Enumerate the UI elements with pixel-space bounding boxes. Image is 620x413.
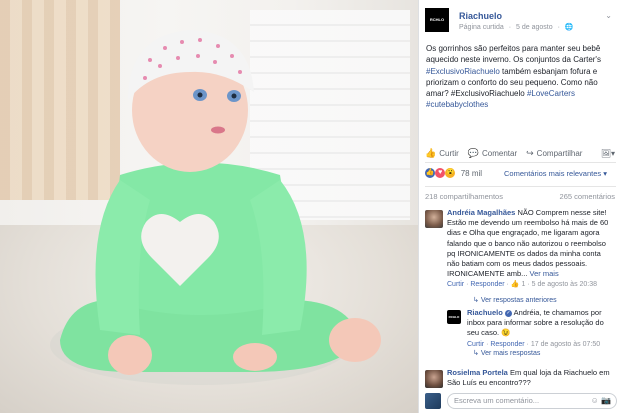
verified-badge-icon: ✓ — [504, 309, 512, 317]
like-reaction-icon: 👍 — [425, 168, 435, 178]
divider — [425, 162, 616, 163]
commenter-avatar[interactable] — [425, 210, 443, 228]
divider — [425, 186, 616, 187]
comment-input[interactable]: Escreva um comentário... ☺ 📷 — [447, 393, 617, 409]
post-sidebar: RCHLO Riachuelo Página curtida · 5 de ag… — [418, 0, 620, 413]
reply-author-name[interactable]: Riachuelo — [467, 308, 503, 317]
post-meta: Página curtida · 5 de agosto · 🌐 — [459, 23, 577, 31]
hashtag-link[interactable]: #ExclusivoRiachuelo — [426, 67, 500, 76]
chevron-down-icon[interactable]: ⌄ — [605, 11, 612, 20]
hashtag-link[interactable]: #cutebabyclothes — [426, 100, 488, 109]
post-text: Os gorrinhos são perfeitos para manter s… — [426, 43, 614, 111]
meta-separator: · — [508, 24, 512, 31]
page-reply-avatar[interactable]: RCHLO — [447, 310, 461, 324]
share-label: Compartilhar — [536, 148, 583, 158]
post-date-link[interactable]: 5 de agosto — [516, 24, 553, 31]
engagement-counts: 218 compartilhamentos 265 comentários — [425, 192, 615, 201]
page-avatar[interactable]: RCHLO — [425, 8, 449, 32]
commenter-name[interactable]: Andréia Magalhães — [447, 208, 515, 217]
view-previous-replies-link[interactable]: ↳ Ver respostas anteriores — [473, 296, 557, 306]
current-user-avatar[interactable] — [425, 393, 441, 409]
comment-composer: Escreva um comentário... ☺ 📷 — [425, 392, 617, 410]
post-header: RCHLO Riachuelo Página curtida · 5 de ag… — [425, 8, 616, 34]
post-text-body: Os gorrinhos são perfeitos para manter s… — [426, 44, 601, 65]
comment-label: Comentar — [482, 148, 518, 158]
love-reaction-icon: ♥ — [435, 168, 446, 178]
thumbs-up-icon: 👍 — [425, 147, 437, 158]
commenter-name[interactable]: Rosielma Portela — [447, 368, 508, 377]
view-more-replies-link[interactable]: ↳ Ver mais respostas — [473, 349, 540, 359]
chevron-down-icon: ▾ — [610, 148, 615, 158]
baby-illustration — [50, 30, 381, 385]
comment-sort-dropdown[interactable]: Comentários mais relevantes ▾ — [504, 169, 607, 178]
comment-button[interactable]: 💬 Comentar — [468, 148, 517, 159]
page-name-link[interactable]: Riachuelo — [459, 11, 502, 21]
shares-count-link[interactable]: 218 compartilhamentos — [425, 192, 503, 201]
reply-reply-link[interactable]: Responder — [490, 341, 524, 348]
share-button[interactable]: ↪ Compartilhar — [526, 148, 582, 159]
comment-reply-link[interactable]: Responder — [470, 281, 504, 288]
post-photo[interactable] — [0, 0, 418, 413]
comment-body: Rosielma Portela Em qual loja da Riachue… — [447, 368, 615, 388]
comment-like-count[interactable]: 👍 1 — [511, 281, 526, 288]
share-icon: ↪ — [526, 147, 534, 158]
like-button[interactable]: 👍 Curtir — [425, 148, 459, 159]
comment-date[interactable]: 5 de agosto às 20:38 — [532, 281, 597, 288]
comment-input-placeholder: Escreva um comentário... — [454, 396, 540, 405]
reactions-row[interactable]: 👍 ♥ 😮 78 mil Comentários mais relevantes… — [425, 168, 615, 182]
reply-body: Riachuelo ✓ Andréia, te chamamos por inb… — [467, 308, 615, 350]
commenter-avatar[interactable] — [425, 370, 443, 388]
reply-like-link[interactable]: Curtir — [467, 341, 484, 348]
comment-body: Andréia Magalhães NÃO Comprem nesse site… — [447, 208, 615, 291]
meta-separator: · — [557, 24, 560, 31]
emoji-camera-icon[interactable]: ☺ 📷 — [591, 394, 611, 408]
globe-icon: 🌐 — [564, 24, 574, 31]
page-liked-label: Página curtida — [459, 24, 504, 31]
see-more-link[interactable]: Ver mais — [530, 269, 559, 278]
wow-reaction-icon: 😮 — [445, 168, 456, 178]
comment-like-link[interactable]: Curtir — [447, 281, 464, 288]
post-as-selector[interactable]: 🖼 ▾ — [601, 149, 615, 158]
page-thumbnail-icon: 🖼 — [600, 148, 611, 158]
hashtag-link[interactable]: #LoveCarters — [527, 89, 575, 98]
comments-count-link[interactable]: 265 comentários — [560, 192, 615, 201]
reactions-count[interactable]: 78 mil — [461, 169, 482, 178]
comment-meta: Curtir · Responder · 👍 1 · 5 de agosto à… — [447, 281, 598, 289]
like-label: Curtir — [439, 148, 459, 158]
comment-text: NÃO Comprem nesse site! Estão me devendo… — [447, 208, 609, 279]
reply-date[interactable]: 17 de agosto às 07:50 — [531, 341, 600, 348]
post-action-bar: 👍 Curtir 💬 Comentar ↪ Compartilhar 🖼 ▾ — [425, 145, 615, 161]
comment-icon: 💬 — [467, 147, 479, 158]
